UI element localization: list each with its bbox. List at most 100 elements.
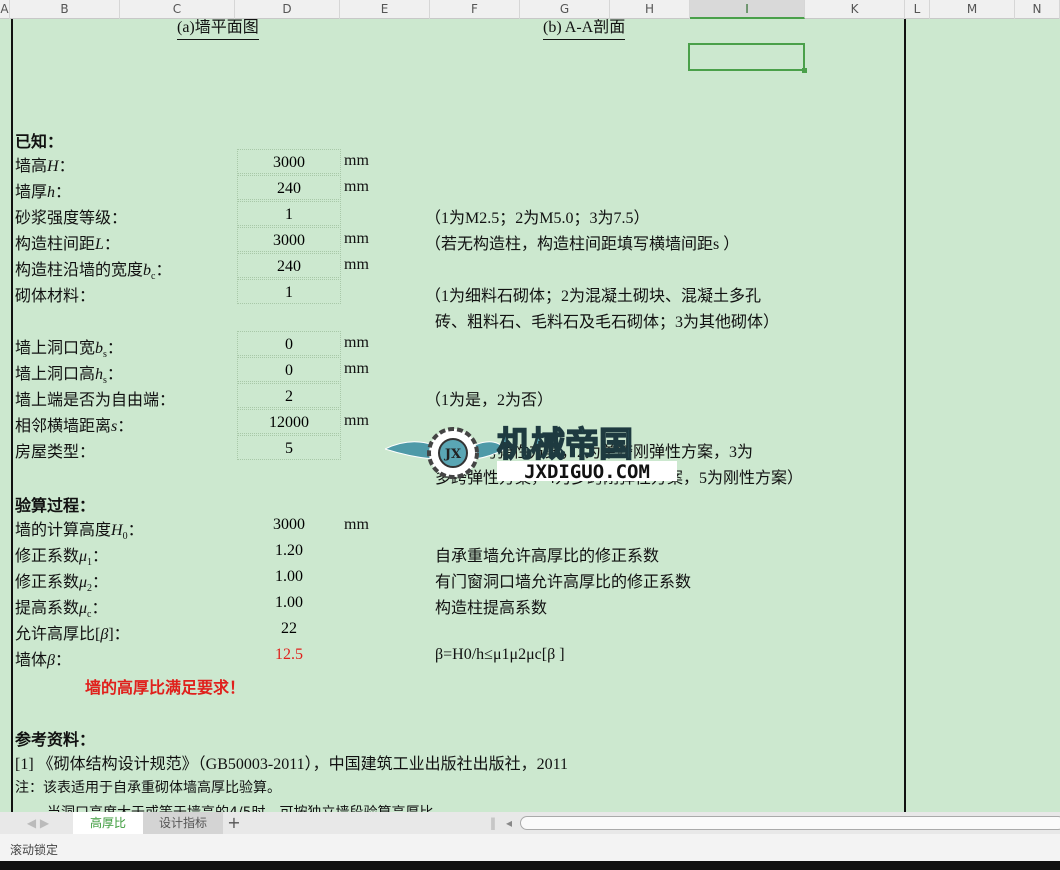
input-cell[interactable]: 0 — [237, 357, 341, 382]
worksheet[interactable]: (a)墙平面图 (b) A-A剖面 已知： 墙高H： 3000 mm 墙厚h： 240 m… — [0, 19, 1060, 812]
note: 自承重墙允许高厚比的修正系数 — [435, 548, 660, 565]
column-header-B[interactable]: B — [10, 0, 120, 19]
column-header-M[interactable]: M — [930, 0, 1015, 19]
status-bar: 滚动锁定 — [0, 834, 1060, 861]
value-cell: 22 — [281, 620, 297, 637]
subscript: c — [151, 271, 156, 283]
label-text: 修正系数 — [15, 574, 80, 591]
unit: mm — [344, 152, 369, 169]
note-continued: 砖、粗料石、毛料石及毛石砌体；3为其他砌体） — [435, 314, 780, 331]
column-header-D[interactable]: D — [235, 0, 340, 19]
column-header-K[interactable]: K — [805, 0, 905, 19]
column-header-L[interactable]: L — [905, 0, 930, 19]
svg-text:JX: JX — [444, 447, 462, 462]
selected-cell[interactable] — [688, 43, 807, 73]
label-suffix: ] — [108, 626, 114, 643]
variable: H — [111, 522, 123, 539]
column-header-G[interactable]: G — [520, 0, 610, 19]
input-cell[interactable]: 240 — [237, 253, 341, 278]
value-cell: 1.00 — [275, 568, 303, 585]
border-left — [11, 19, 13, 812]
value-cell: 3000 — [273, 516, 305, 533]
unit: mm — [344, 178, 369, 195]
note: （1为是，2为否） — [425, 392, 554, 409]
column-header-H[interactable]: H — [610, 0, 690, 19]
label-text: 墙上端是否为自由端 — [15, 392, 160, 409]
subscript: s — [103, 349, 107, 361]
row-label: 砂浆强度等级： — [15, 210, 128, 227]
status-scroll-lock: 滚动锁定 — [10, 843, 59, 857]
value-cell: 12.5 — [275, 646, 303, 663]
note: 有门窗洞口墙允许高厚比的修正系数 — [435, 574, 692, 591]
value-cell: 1.20 — [275, 542, 303, 559]
scroll-left-icon[interactable]: ◂ — [503, 812, 515, 834]
tab-gaohoubi[interactable]: 高厚比 — [73, 812, 143, 834]
column-header-A[interactable]: A — [0, 0, 10, 19]
tab-design-index[interactable]: 设计指标 — [143, 812, 223, 834]
result-message: 墙的高厚比满足要求！ — [85, 680, 246, 697]
label-text: 砌体材料 — [15, 288, 80, 305]
subscript: s — [103, 375, 107, 387]
variable: μ — [79, 600, 88, 617]
row-label: 墙体β： — [15, 652, 71, 669]
subscript: 2 — [87, 583, 93, 595]
note-line-2: 当洞口高度大于或等于墙高的4/5时，可按独立墙段验算高厚比。 — [47, 802, 448, 812]
label-text: 墙上洞口宽 — [15, 340, 96, 357]
sheet-tab-bar: ◀ ▶ 高厚比 设计指标 + ‖ ◂ — [0, 812, 1060, 834]
column-header-N[interactable]: N — [1015, 0, 1060, 19]
watermark-logo: JX 机械帝国 JXDIGUO.COM — [383, 423, 685, 483]
label-text: 墙上洞口高 — [15, 366, 96, 383]
label-text: 墙的计算高度 — [15, 522, 112, 539]
row-label: 墙上洞口高hs： — [15, 366, 123, 387]
column-header-I[interactable]: I — [690, 0, 805, 19]
variable: β — [47, 652, 55, 669]
subscript: 1 — [87, 557, 93, 569]
label-text: 构造柱间距 — [15, 236, 96, 253]
tab-scroll-arrows[interactable]: ◀ ▶ — [18, 812, 58, 834]
input-cell[interactable]: 240 — [237, 175, 341, 200]
column-header-bar: ABCDEFGHIKLMN — [0, 0, 1060, 19]
caption-plan: (a)墙平面图 — [177, 19, 259, 40]
row-label: 修正系数μ1： — [15, 548, 109, 569]
row-label: 相邻横墙距离s： — [15, 418, 134, 435]
input-cell[interactable]: 5 — [237, 435, 341, 460]
row-label: 房屋类型： — [15, 444, 96, 461]
input-cell[interactable]: 0 — [237, 331, 341, 356]
column-header-F[interactable]: F — [430, 0, 520, 19]
column-header-E[interactable]: E — [340, 0, 430, 19]
input-cell[interactable]: 12000 — [237, 409, 341, 434]
row-label: 允许高厚比[β]： — [15, 626, 130, 643]
add-sheet-button[interactable]: + — [224, 812, 244, 834]
border-right — [904, 19, 906, 812]
variable: H — [47, 158, 59, 175]
input-cell[interactable]: 1 — [237, 279, 341, 304]
note: 构造柱提高系数 — [435, 600, 548, 617]
unit: mm — [344, 230, 369, 247]
label-text: 砂浆强度等级 — [15, 210, 112, 227]
svg-text:机械帝国: 机械帝国 — [497, 425, 633, 465]
row-label: 构造柱沿墙的宽度bc： — [15, 262, 172, 283]
unit: mm — [344, 360, 369, 377]
known-heading: 已知： — [15, 134, 64, 151]
subscript: c — [87, 609, 92, 621]
caption-section: (b) A-A剖面 — [543, 19, 626, 40]
label-text: 允许高厚比[ — [15, 626, 101, 643]
variable: h — [47, 184, 56, 201]
note: （若无构造柱，构造柱间距填写横墙间距s ） — [425, 236, 740, 253]
input-cell[interactable]: 1 — [237, 201, 341, 226]
column-header-C[interactable]: C — [120, 0, 235, 19]
input-cell[interactable]: 2 — [237, 383, 341, 408]
note: （1为M2.5；2为M5.0；3为7.5） — [425, 210, 650, 227]
note: β=H0/h≤μ1μ2μc[β ] — [435, 646, 565, 663]
variable: h — [95, 366, 104, 383]
label-text: 墙体 — [15, 652, 48, 669]
note: （1为细料石砌体；2为混凝土砌块、混凝土多孔 — [425, 288, 762, 305]
input-cell[interactable]: 3000 — [237, 227, 341, 252]
row-label: 修正系数μ2： — [15, 574, 109, 595]
splitter-handle[interactable]: ‖ — [488, 812, 498, 834]
row-label: 墙上洞口宽bs： — [15, 340, 123, 361]
horizontal-scrollbar[interactable] — [520, 816, 1060, 830]
row-label: 墙高H： — [15, 158, 75, 175]
input-cell[interactable]: 3000 — [237, 149, 341, 174]
variable: μ — [79, 574, 88, 591]
